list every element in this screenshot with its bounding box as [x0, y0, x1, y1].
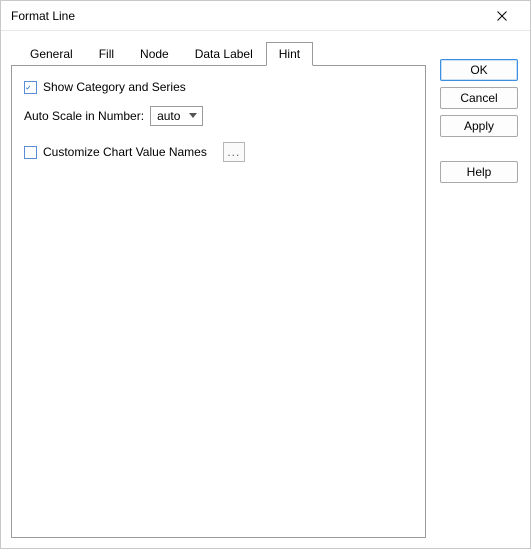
tab-data-label[interactable]: Data Label — [182, 42, 266, 65]
customize-values-checkbox[interactable] — [24, 146, 37, 159]
auto-scale-select[interactable]: auto — [150, 106, 203, 126]
customize-values-ellipsis-button[interactable]: ... — [223, 142, 245, 162]
apply-button[interactable]: Apply — [440, 115, 518, 137]
close-button[interactable] — [482, 2, 522, 30]
tabstrip: General Fill Node Data Label Hint — [17, 41, 426, 65]
chevron-down-icon — [186, 108, 200, 124]
auto-scale-label: Auto Scale in Number: — [24, 109, 144, 123]
customize-values-label: Customize Chart Value Names — [43, 145, 207, 159]
auto-scale-value: auto — [157, 109, 180, 123]
dialog-button-column: OK Cancel Apply Help — [440, 41, 520, 538]
tab-general[interactable]: General — [17, 42, 86, 65]
tab-panel-hint: Show Category and Series Auto Scale in N… — [11, 65, 426, 538]
ok-button[interactable]: OK — [440, 59, 518, 81]
show-category-series-checkbox[interactable] — [24, 81, 37, 94]
tab-node[interactable]: Node — [127, 42, 182, 65]
tab-fill[interactable]: Fill — [86, 42, 127, 65]
check-icon — [25, 82, 31, 93]
help-button[interactable]: Help — [440, 161, 518, 183]
show-category-series-label: Show Category and Series — [43, 80, 186, 94]
close-icon — [497, 11, 507, 21]
cancel-button[interactable]: Cancel — [440, 87, 518, 109]
window-title: Format Line — [11, 9, 482, 23]
tab-hint[interactable]: Hint — [266, 42, 313, 66]
titlebar: Format Line — [1, 1, 530, 31]
